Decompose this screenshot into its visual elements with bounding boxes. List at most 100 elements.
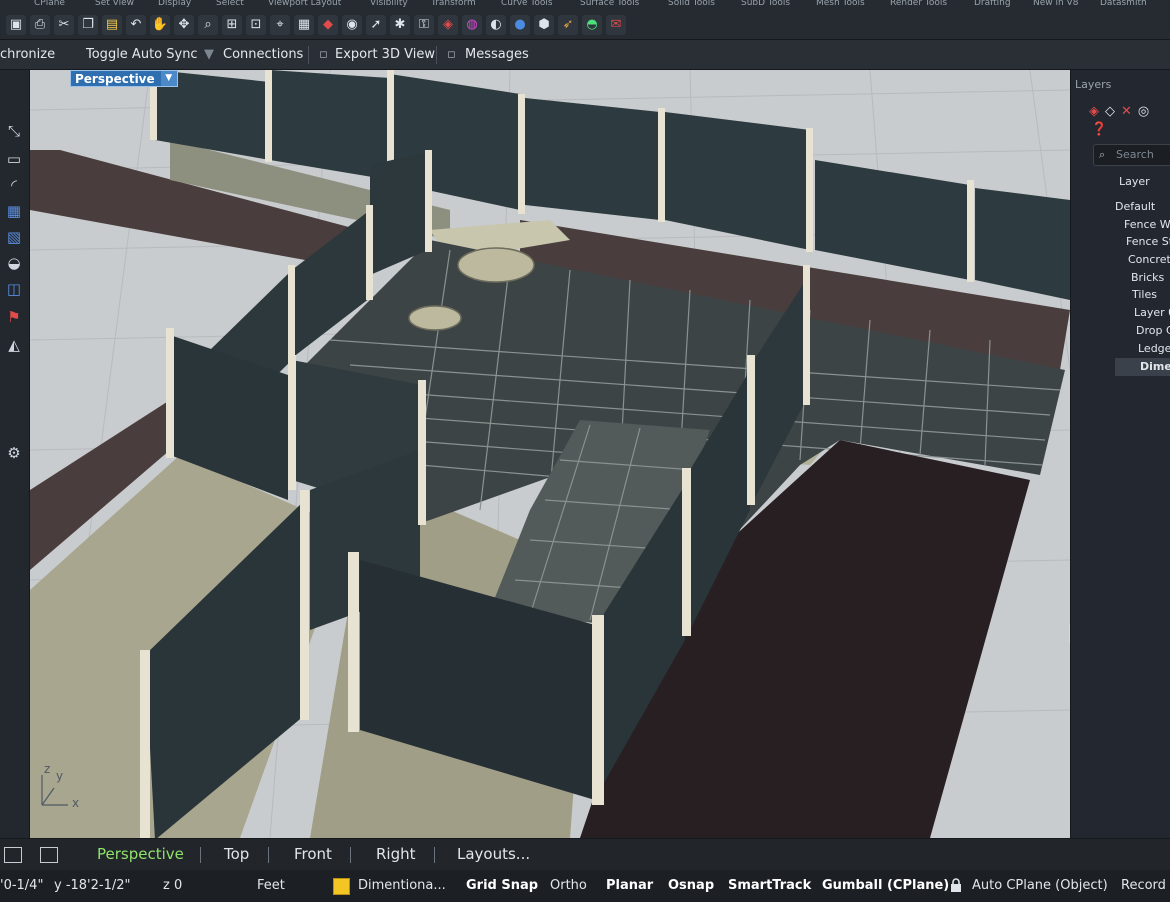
copy-icon[interactable]: ❐ [78, 14, 98, 35]
layer-row-drop[interactable]: Drop C [1136, 322, 1170, 340]
tab-cplane[interactable]: CPlane [34, 0, 65, 8]
tab-select[interactable]: Select [216, 0, 244, 8]
tab-new-in-v8[interactable]: New in V8 [1033, 0, 1078, 8]
tab-mesh-tools[interactable]: Mesh Tools [816, 0, 865, 8]
surface-tool-icon[interactable]: ▦ [3, 200, 25, 222]
render-sphere-icon[interactable]: ● [510, 14, 530, 35]
paste-icon[interactable]: ▤ [102, 14, 122, 35]
tab-right[interactable]: Right [376, 845, 416, 863]
bulb-icon[interactable]: ✱ [390, 14, 410, 35]
layer-search-input[interactable]: ⌕ Search [1093, 144, 1170, 166]
layers-panel-title: Layers [1075, 78, 1112, 91]
smarttrack-toggle[interactable]: SmartTrack [728, 878, 811, 893]
undo-icon[interactable]: ↶ [126, 14, 146, 35]
layer-row-dimensions[interactable]: Dimen [1115, 358, 1170, 376]
current-layer-name[interactable]: Dimentiona... [358, 878, 446, 893]
tab-set-view[interactable]: Set View [95, 0, 134, 8]
toggle-auto-sync-button[interactable]: Toggle Auto Sync [86, 47, 198, 62]
transform-tool-icon[interactable]: ⚑ [3, 306, 25, 328]
new-layer-icon[interactable]: ◈ [1089, 104, 1099, 119]
layers-toolbar: ◈ ◇ ✕ ◎ [1089, 104, 1149, 119]
mesh-tool-icon[interactable]: ◫ [3, 278, 25, 300]
material-icon[interactable]: ◐ [486, 14, 506, 35]
grid-snap-toggle[interactable]: Grid Snap [466, 878, 538, 893]
zoom-selected-icon[interactable]: ⌖ [270, 14, 290, 35]
filter-icon[interactable]: ◈ [438, 14, 458, 35]
help-icon[interactable]: ❓ [1091, 122, 1107, 137]
tab-visibility[interactable]: Visibility [370, 0, 408, 8]
record-history-toggle[interactable]: Record H [1121, 878, 1170, 893]
osnap-toggle[interactable]: Osnap [668, 878, 714, 893]
chevron-down-icon[interactable]: ▼ [160, 71, 177, 86]
layer-row-bricks[interactable]: Bricks [1131, 269, 1170, 287]
connections-button[interactable]: Connections [223, 47, 303, 62]
layer-row-fence-wall[interactable]: Fence Wa [1124, 216, 1170, 234]
dimension-tool-icon[interactable]: ◭ [3, 334, 25, 356]
tab-display[interactable]: Display [158, 0, 191, 8]
tab-surface-tools[interactable]: Surface Tools [580, 0, 639, 8]
synchronize-button[interactable]: chronize [0, 47, 55, 62]
tab-curve-tools[interactable]: Curve Tools [501, 0, 553, 8]
messages-button[interactable]: Messages [465, 47, 529, 62]
select-icon[interactable]: ➚ [366, 14, 386, 35]
layer-row-tiles[interactable]: Tiles [1132, 286, 1170, 304]
boolean-tool-icon[interactable]: ◒ [3, 252, 25, 274]
viewport-name-label[interactable]: Perspective ▼ [70, 70, 178, 87]
tab-render-tools[interactable]: Render Tools [890, 0, 947, 8]
gear-icon[interactable]: ⚙ [3, 442, 25, 464]
tab-front[interactable]: Front [294, 845, 332, 863]
tab-datasmith[interactable]: Datasmith [1100, 0, 1147, 8]
auto-cplane-toggle[interactable]: Auto CPlane (Object) [972, 878, 1108, 893]
tab-subd-tools[interactable]: SubD Tools [741, 0, 790, 8]
arc-tool-icon[interactable]: ◜ [3, 174, 25, 196]
layer-column-header: Layer [1119, 175, 1150, 188]
rocket-icon[interactable]: ➶ [558, 14, 578, 35]
zoom-extents-icon[interactable]: ⊞ [222, 14, 242, 35]
main-icon-toolbar: ▣ ⎙ ✂ ❐ ▤ ↶ ✋ ✥ ⌕ ⊞ ⊡ ⌖ ▦ ◆ ◉ ➚ ✱ ⚿ ◈ ◍ … [0, 10, 1170, 40]
texture-icon[interactable]: ⬢ [534, 14, 554, 35]
layer-row-default[interactable]: Default [1115, 198, 1170, 216]
zoom-window-icon[interactable]: ⊡ [246, 14, 266, 35]
tab-drafting[interactable]: Drafting [974, 0, 1011, 8]
messages-icon: ▫ [447, 47, 456, 62]
chat-bubble-icon[interactable]: ✉ [606, 14, 626, 35]
cut-icon[interactable]: ✂ [54, 14, 74, 35]
layer-row-ledge[interactable]: Ledge [1138, 340, 1170, 358]
layer-row-concrete[interactable]: Concrete [1128, 251, 1170, 269]
layer-filter-icon[interactable]: ◎ [1138, 104, 1149, 119]
layer-row-fence-post[interactable]: Fence St [1126, 233, 1170, 251]
tab-layouts[interactable]: Layouts... [457, 845, 530, 863]
curve-tool-icon[interactable]: ⤡ [3, 120, 25, 142]
zoom-icon[interactable]: ⌕ [198, 14, 218, 35]
color-wheel-icon[interactable]: ◍ [462, 14, 482, 35]
tab-transform[interactable]: Transform [431, 0, 476, 8]
planar-toggle[interactable]: Planar [606, 878, 653, 893]
status-units[interactable]: Feet [257, 878, 285, 893]
rotate-view-icon[interactable]: ✥ [174, 14, 194, 35]
save-icon[interactable]: ▣ [6, 14, 26, 35]
export-3d-view-button[interactable]: Export 3D View [335, 47, 435, 62]
globe-icon[interactable]: ◓ [582, 14, 602, 35]
layer-row-layer-0[interactable]: Layer 0 [1134, 304, 1170, 322]
tab-solid-tools[interactable]: Solid Tools [668, 0, 715, 8]
ortho-toggle[interactable]: Ortho [550, 878, 587, 893]
pan-hand-icon[interactable]: ✋ [150, 14, 170, 35]
lock-icon[interactable] [950, 878, 962, 892]
car-icon[interactable]: ◆ [318, 14, 338, 35]
tab-viewport-layout[interactable]: Viewport Layout [268, 0, 341, 8]
print-icon[interactable]: ⎙ [30, 14, 50, 35]
perspective-viewport[interactable]: z y x Perspective ▼ [30, 70, 1070, 838]
tab-top[interactable]: Top [224, 845, 249, 863]
single-viewport-icon[interactable] [40, 847, 58, 863]
gumball-toggle[interactable]: Gumball (CPlane) [822, 878, 949, 893]
four-viewports-icon[interactable]: ▦ [294, 14, 314, 35]
tab-perspective[interactable]: Perspective [97, 845, 184, 863]
solid-tool-icon[interactable]: ▧ [3, 226, 25, 248]
lock-icon[interactable]: ⚿ [414, 14, 434, 35]
visibility-eye-icon[interactable]: ◉ [342, 14, 362, 35]
viewport-grid-icon[interactable] [4, 847, 22, 863]
rectangle-tool-icon[interactable]: ▭ [3, 148, 25, 170]
current-layer-swatch[interactable] [333, 878, 350, 895]
delete-layer-icon[interactable]: ✕ [1121, 104, 1132, 119]
new-sublayer-icon[interactable]: ◇ [1105, 104, 1115, 119]
